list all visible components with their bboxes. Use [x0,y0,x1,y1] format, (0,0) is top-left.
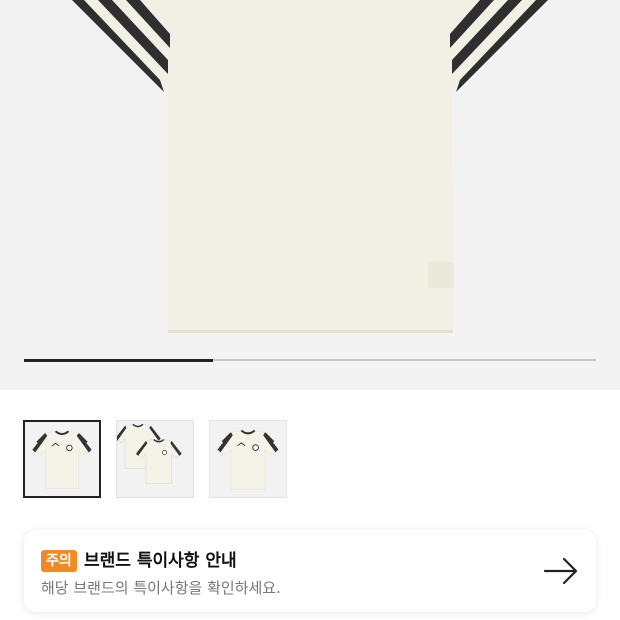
shirt-thumbnail-image [32,430,92,489]
caution-badge: 주의 [41,550,77,572]
notice-title: 브랜드 특이사항 안내 [84,551,237,571]
brand-notice-card[interactable]: 주의 브랜드 특이사항 안내 해당 브랜드의 특이사항을 확인하세요. [24,530,596,612]
gallery-progress-bar [24,358,596,362]
thumbnail-2[interactable] [116,420,194,498]
arrow-right-icon[interactable] [543,556,579,586]
shirt-pair-thumbnail-image [117,423,182,484]
product-image [72,0,548,333]
thumbnail-1[interactable] [23,420,101,498]
notice-subtitle: 해당 브랜드의 특이사항을 확인하세요. [41,579,281,597]
thumbnail-strip [0,420,620,500]
product-image-area[interactable] [0,0,620,390]
gallery-progress-fill [24,358,213,362]
thumbnail-3[interactable] [209,420,287,498]
shirt-thumbnail-image [217,429,279,490]
